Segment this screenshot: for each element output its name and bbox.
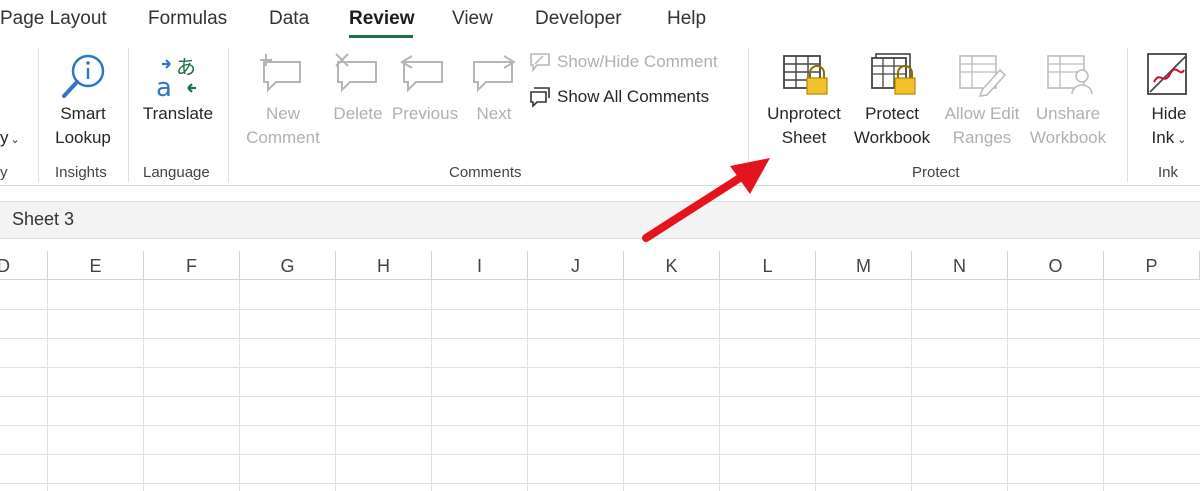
column-header-k[interactable]: K — [624, 251, 720, 279]
column-header-h[interactable]: H — [336, 251, 432, 279]
show-all-comments-icon — [530, 87, 550, 108]
group-separator — [1127, 48, 1128, 182]
tab-data[interactable]: Data — [269, 8, 309, 30]
unprotect-sheet-icon — [783, 55, 828, 95]
group-separator — [128, 48, 129, 182]
allow-edit-ranges-label: Allow Edit Ranges — [944, 104, 1020, 147]
next-comment-label: Next — [476, 104, 512, 123]
group-separator — [38, 48, 39, 182]
language-group-label: Language — [143, 164, 210, 181]
ink-group-label: Ink — [1158, 164, 1179, 181]
column-header-i[interactable]: I — [432, 251, 528, 279]
translate-label: Translate — [142, 104, 214, 123]
grid-line — [335, 280, 336, 491]
sheet-title-bar: Sheet 3 — [0, 201, 1200, 239]
active-tab-indicator — [349, 35, 413, 38]
grid-line — [0, 367, 1200, 368]
tab-view[interactable]: View — [452, 8, 493, 30]
insights-group-label: Insights — [55, 164, 107, 181]
column-header-l[interactable]: L — [720, 251, 816, 279]
grid-line — [815, 280, 816, 491]
previous-comment-icon — [400, 55, 443, 93]
tab-formulas[interactable]: Formulas — [148, 8, 227, 30]
svg-text:あ: あ — [176, 55, 196, 79]
group-separator — [228, 48, 229, 182]
unshare-workbook-icon — [1047, 55, 1093, 95]
grid-line — [527, 280, 528, 491]
grid-line — [0, 396, 1200, 397]
column-header-o[interactable]: O — [1008, 251, 1104, 279]
annotation-arrow — [642, 158, 770, 242]
chevron-down-icon: ⌄ — [1177, 134, 1187, 146]
grid-line — [0, 425, 1200, 426]
protect-workbook-icon — [871, 53, 916, 95]
tab-review[interactable]: Review — [349, 8, 414, 30]
chevron-down-icon: ⌄ — [10, 134, 20, 146]
sheet-name[interactable]: Sheet 3 — [12, 209, 74, 230]
column-header-p[interactable]: P — [1104, 251, 1200, 279]
grid-line — [1007, 280, 1008, 491]
hide-ink-label: Hide Ink ⌄ — [1151, 104, 1187, 147]
comments-group-label: Comments — [449, 164, 522, 181]
hide-ink-icon — [1147, 53, 1187, 95]
partial-group-label: y — [0, 164, 8, 181]
grid-line — [143, 280, 144, 491]
show-hide-comment-button: Show/Hide Comment — [529, 52, 718, 72]
translate-icon: a あ — [156, 55, 196, 100]
protect-workbook-label: Protect Workbook — [853, 104, 931, 147]
column-header-g[interactable]: G — [240, 251, 336, 279]
grid-line — [0, 483, 1200, 484]
column-header-row: D E F G H I J K L M N O P — [0, 251, 1200, 280]
grid-line — [47, 280, 48, 491]
grid-line — [719, 280, 720, 491]
grid-line — [911, 280, 912, 491]
grid-line — [0, 309, 1200, 310]
smart-lookup-label: Smart Lookup — [55, 104, 111, 147]
ribbon-divider — [0, 185, 1200, 186]
show-all-comments-label: Show All Comments — [557, 87, 710, 106]
smart-lookup-icon — [62, 54, 105, 98]
grid-line — [0, 454, 1200, 455]
delete-comment-label: Delete — [333, 104, 383, 123]
column-header-e[interactable]: E — [48, 251, 144, 279]
tab-developer[interactable]: Developer — [535, 8, 622, 30]
protect-group-label: Protect — [912, 164, 960, 181]
grid-line — [0, 338, 1200, 339]
show-hide-comment-label: Show/Hide Comment — [557, 52, 718, 71]
next-comment-icon — [473, 55, 516, 93]
show-hide-comment-icon — [530, 53, 550, 72]
partial-dropdown-button[interactable]: y ⌄ — [0, 126, 22, 152]
unshare-workbook-label: Unshare Workbook — [1029, 104, 1107, 147]
delete-comment-icon — [335, 53, 377, 93]
column-header-m[interactable]: M — [816, 251, 912, 279]
new-comment-label: New Comment — [246, 104, 320, 147]
tab-page-layout[interactable]: Page Layout — [0, 8, 107, 30]
column-header-n[interactable]: N — [912, 251, 1008, 279]
previous-comment-label: Previous — [391, 104, 459, 123]
svg-text:a: a — [156, 73, 172, 100]
show-all-comments-button[interactable]: Show All Comments — [529, 86, 709, 108]
column-header-j[interactable]: J — [528, 251, 624, 279]
new-comment-icon — [260, 54, 301, 93]
allow-edit-ranges-icon — [959, 55, 1007, 97]
grid-line — [1103, 280, 1104, 491]
grid-line — [431, 280, 432, 491]
grid-line — [623, 280, 624, 491]
grid-line — [239, 280, 240, 491]
unprotect-sheet-label: Unprotect Sheet — [767, 104, 841, 147]
column-header-d[interactable]: D — [0, 251, 48, 279]
tab-help[interactable]: Help — [667, 8, 706, 30]
column-header-f[interactable]: F — [144, 251, 240, 279]
partial-dropdown-label: y — [0, 128, 9, 147]
